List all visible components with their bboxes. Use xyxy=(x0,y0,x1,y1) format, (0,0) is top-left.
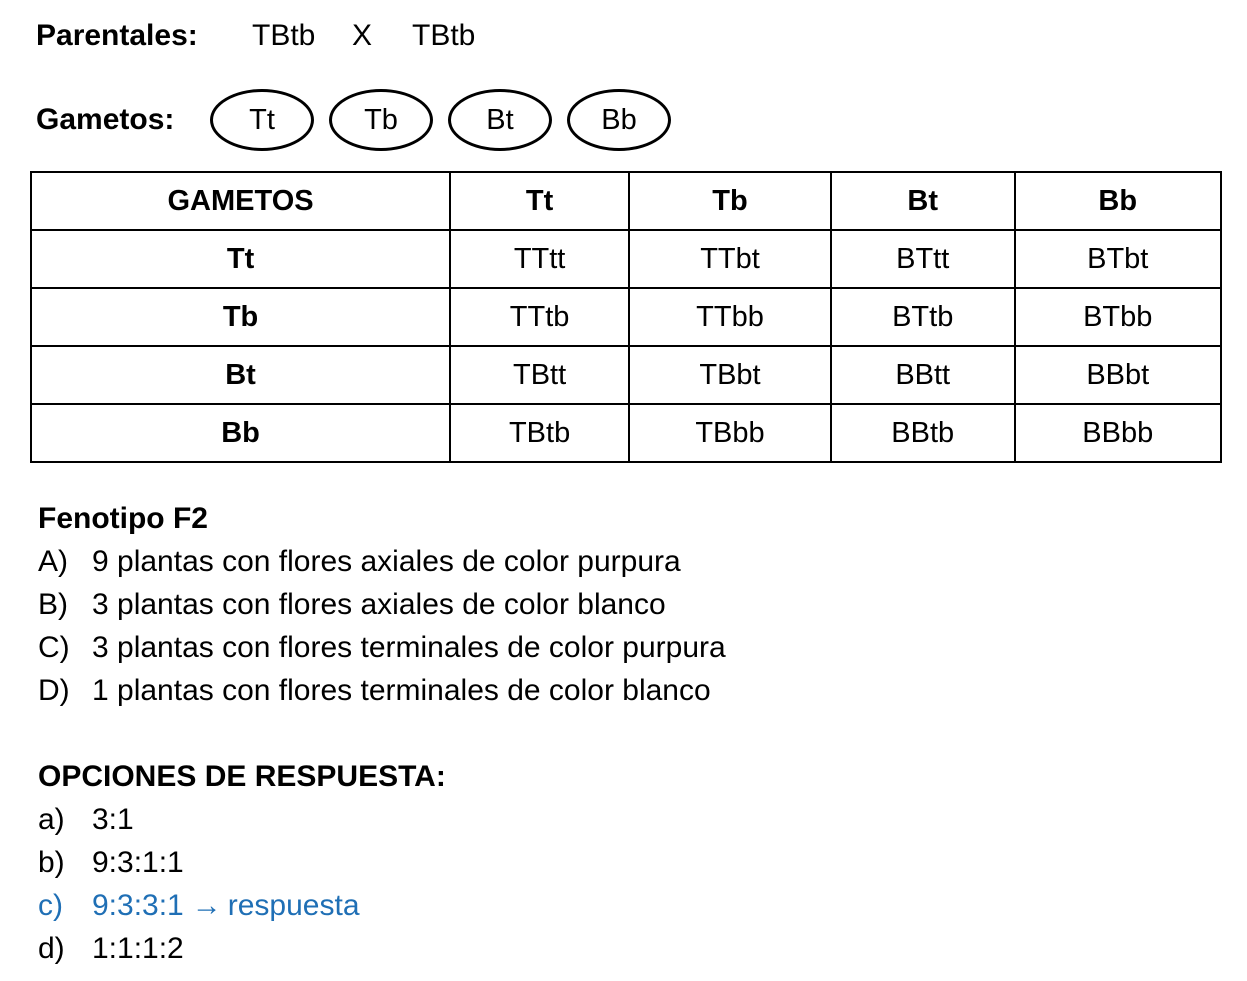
option-text: 9:3:3:1 xyxy=(92,889,184,922)
row-header: Bb xyxy=(29,403,452,463)
option-text: 9:3:1:1 xyxy=(92,846,184,879)
gamete-oval: Tb xyxy=(329,89,433,151)
option-marker: b) xyxy=(38,846,65,879)
option-text: 3:1 xyxy=(92,803,134,836)
answer-option: a) 3:1 xyxy=(38,798,446,841)
table-cell: BBtb xyxy=(829,403,1016,463)
table-cell: TBbt xyxy=(628,345,832,405)
gamete-oval: Bb xyxy=(567,89,671,151)
answer-note: respuesta xyxy=(227,889,360,922)
table-header-row: GAMETOS Tt Tb Bt Bb xyxy=(29,171,1223,231)
parentales-line: Parentales: TBtb X TBtb xyxy=(36,14,475,58)
row-header: Bt xyxy=(29,345,452,405)
gametos-label: Gametos: xyxy=(36,103,175,136)
row-header: Tb xyxy=(29,287,452,347)
table-cell: TBbb xyxy=(628,403,832,463)
list-marker: A) xyxy=(38,545,68,578)
gamete-ovals: Tt Tb Bt Bb xyxy=(210,89,686,151)
table-row: Tt TTtt TTbt BTtt BTbt xyxy=(29,229,1223,289)
parent-1-genotype: TBtb xyxy=(252,19,316,52)
cross-symbol: X xyxy=(352,19,373,52)
column-header: Bt xyxy=(829,171,1016,231)
list-marker: D) xyxy=(38,674,70,707)
table-cell: BBbt xyxy=(1013,345,1223,405)
gamete-oval: Tt xyxy=(210,89,314,151)
table-cell: TTbt xyxy=(628,229,832,289)
table-cell: TBtb xyxy=(449,403,631,463)
opciones-title: OPCIONES DE RESPUESTA: xyxy=(38,760,446,793)
fenotipo-title: Fenotipo F2 xyxy=(38,502,208,535)
gamete-oval: Bt xyxy=(448,89,552,151)
table-corner-header: GAMETOS xyxy=(29,171,452,231)
option-marker: c) xyxy=(38,889,63,922)
option-text: 1:1:1:2 xyxy=(92,932,184,965)
table-row: Bt TBtt TBbt BBtt BBbt xyxy=(29,345,1223,405)
row-header: Tt xyxy=(29,229,452,289)
parentales-label: Parentales: xyxy=(36,19,198,52)
table-cell: TTtt xyxy=(449,229,631,289)
table-cell: BTbb xyxy=(1013,287,1223,347)
list-text: 3 plantas con flores axiales de color bl… xyxy=(92,588,666,621)
option-marker: a) xyxy=(38,803,65,836)
column-header: Tt xyxy=(449,171,631,231)
list-item: D) 1 plantas con flores terminales de co… xyxy=(38,669,726,712)
correct-answer-option: c) 9:3:3:1 → respuesta xyxy=(38,884,446,927)
list-marker: B) xyxy=(38,588,68,621)
table-cell: BTtt xyxy=(829,229,1016,289)
parent-2-genotype: TBtb xyxy=(412,19,476,52)
fenotipo-section: Fenotipo F2 A) 9 plantas con flores axia… xyxy=(38,498,726,712)
answer-option: d) 1:1:1:2 xyxy=(38,927,446,970)
list-marker: C) xyxy=(38,631,70,664)
table-row: Bb TBtb TBbb BBtb BBbb xyxy=(29,403,1223,463)
gametos-line: Gametos: Tt Tb Bt Bb xyxy=(36,88,686,152)
table-cell: TTbb xyxy=(628,287,832,347)
table-cell: BBtt xyxy=(829,345,1016,405)
table-cell: BTbt xyxy=(1013,229,1223,289)
arrow-right-icon: → xyxy=(191,889,222,922)
answer-option: b) 9:3:1:1 xyxy=(38,841,446,884)
list-item: A) 9 plantas con flores axiales de color… xyxy=(38,540,726,583)
list-text: 1 plantas con flores terminales de color… xyxy=(92,674,711,707)
table-row: Tb TTtb TTbb BTtb BTbb xyxy=(29,287,1223,347)
list-item: C) 3 plantas con flores terminales de co… xyxy=(38,626,726,669)
opciones-section: OPCIONES DE RESPUESTA: a) 3:1 b) 9:3:1:1… xyxy=(38,756,446,970)
column-header: Tb xyxy=(628,171,832,231)
list-text: 3 plantas con flores terminales de color… xyxy=(92,631,726,664)
table-cell: TBtt xyxy=(449,345,631,405)
list-text: 9 plantas con flores axiales de color pu… xyxy=(92,545,681,578)
table-cell: BBbb xyxy=(1013,403,1223,463)
option-marker: d) xyxy=(38,932,65,965)
column-header: Bb xyxy=(1013,171,1223,231)
table-cell: TTtb xyxy=(449,287,631,347)
list-item: B) 3 plantas con flores axiales de color… xyxy=(38,583,726,626)
punnett-square: GAMETOS Tt Tb Bt Bb Tt TTtt TTbt BTtt BT… xyxy=(29,171,1223,463)
table-cell: BTtb xyxy=(829,287,1016,347)
